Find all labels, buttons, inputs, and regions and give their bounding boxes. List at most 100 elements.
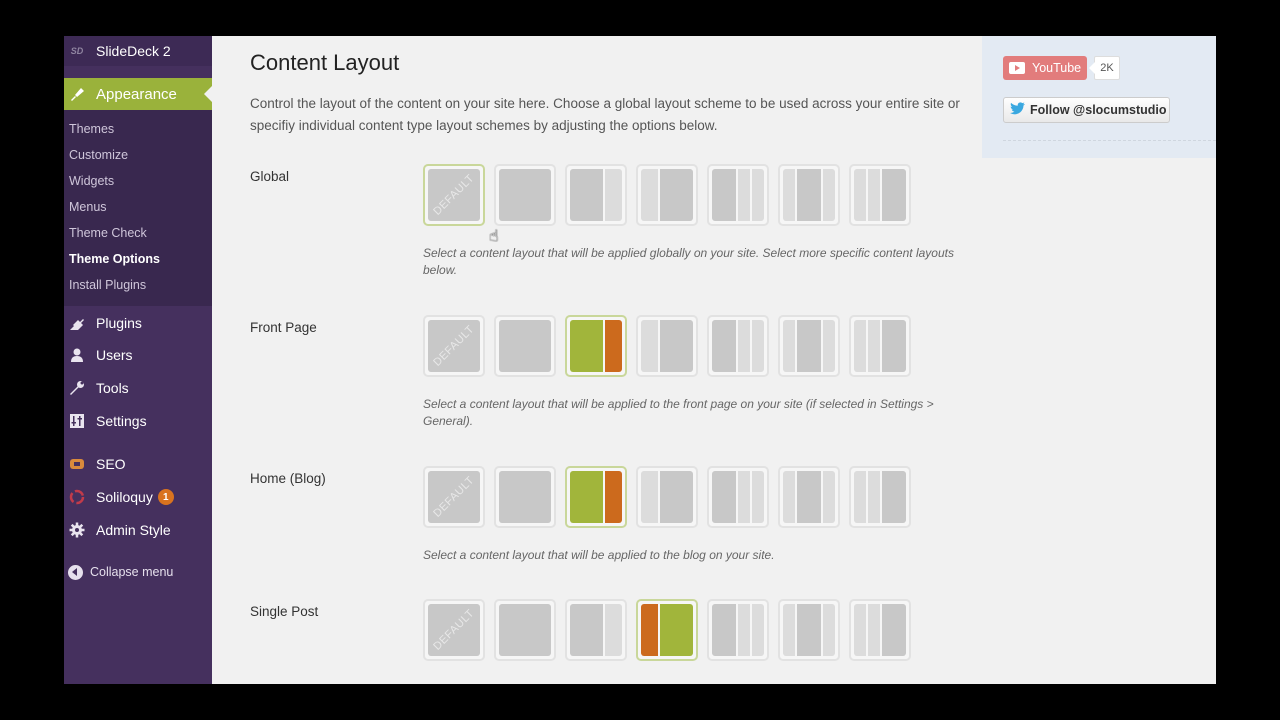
sidebar-item-plugins[interactable]: Plugins <box>64 308 212 338</box>
layout-options-front-page: DEFAULT <box>423 315 911 377</box>
sidebar-column <box>823 169 835 221</box>
layout-thumbnail <box>499 169 551 221</box>
hand-cursor-icon: ☝ <box>489 228 499 245</box>
layout-thumbnail: DEFAULT <box>428 169 480 221</box>
layout-option-full-width[interactable] <box>494 599 556 661</box>
layout-option-default[interactable]: DEFAULT <box>423 466 485 528</box>
layout-option-sidebar-sidebar-content[interactable] <box>849 599 911 661</box>
layout-thumbnail <box>570 169 622 221</box>
layout-option-sidebar-content[interactable] <box>636 466 698 528</box>
layout-option-sidebar-sidebar-content[interactable] <box>849 466 911 528</box>
layout-thumbnail <box>641 169 693 221</box>
submenu-install-plugins[interactable]: Install Plugins <box>69 278 146 292</box>
main-content: Content Layout Control the layout of the… <box>212 36 982 684</box>
layout-option-content-sidebar[interactable] <box>565 164 627 226</box>
layout-option-full-width[interactable] <box>494 164 556 226</box>
help-text-home-blog: Select a content layout that will be app… <box>423 548 775 562</box>
sidebar-column <box>738 320 750 372</box>
content-column <box>570 320 604 372</box>
layout-options-global: DEFAULT <box>423 164 911 226</box>
sidebar-item-settings[interactable]: Settings <box>64 406 212 436</box>
twitter-follow-button[interactable]: Follow @slocumstudio <box>1003 97 1170 123</box>
sidebar-item-slidedeck[interactable]: SD SlideDeck 2 <box>64 36 212 66</box>
sidebar-item-label: SEO <box>96 456 126 472</box>
layout-options-single-post: DEFAULT <box>423 599 911 661</box>
layout-thumbnail <box>783 320 835 372</box>
content-column <box>570 604 604 656</box>
layout-option-sidebar-content[interactable] <box>636 599 698 661</box>
submenu-customize[interactable]: Customize <box>69 148 128 162</box>
layout-thumbnail <box>712 320 764 372</box>
social-panel: YouTube 2K Follow @slocumstudio <box>982 36 1216 158</box>
plug-icon <box>68 314 86 332</box>
paintbrush-icon <box>68 85 86 103</box>
submenu-theme-check[interactable]: Theme Check <box>69 226 147 240</box>
page-title: Content Layout <box>250 50 400 75</box>
layout-option-sidebar-sidebar-content[interactable] <box>849 164 911 226</box>
layout-option-sidebar-sidebar-content[interactable] <box>849 315 911 377</box>
layout-option-default[interactable]: DEFAULT <box>423 315 485 377</box>
layout-thumbnail <box>783 604 835 656</box>
sidebar-column <box>641 604 658 656</box>
layout-option-content-sidebar-sidebar[interactable] <box>707 466 769 528</box>
submenu-themes[interactable]: Themes <box>69 122 114 136</box>
sidebar-column <box>854 471 866 523</box>
youtube-subscribe-button[interactable]: YouTube <box>1003 56 1087 80</box>
collapse-menu-button[interactable]: Collapse menu <box>64 560 212 584</box>
sidebar-column <box>854 320 866 372</box>
youtube-play-icon <box>1009 62 1025 74</box>
content-column <box>659 169 693 221</box>
sidebar-column <box>868 320 880 372</box>
layout-option-full-width[interactable] <box>494 315 556 377</box>
layout-option-content-sidebar-sidebar[interactable] <box>707 164 769 226</box>
layout-option-default[interactable]: DEFAULT <box>423 164 485 226</box>
layout-option-content-sidebar-sidebar[interactable] <box>707 315 769 377</box>
layout-option-sidebar-content-sidebar[interactable] <box>778 315 840 377</box>
sidebar-item-users[interactable]: Users <box>64 340 212 370</box>
layout-option-default[interactable]: DEFAULT <box>423 599 485 661</box>
layout-option-sidebar-content-sidebar[interactable] <box>778 466 840 528</box>
sidebar-column <box>868 471 880 523</box>
sidebar-item-seo[interactable]: SEO <box>64 449 212 479</box>
help-text-global: Select a content layout that will be app… <box>423 246 954 277</box>
soliloquy-icon <box>68 488 86 506</box>
layout-thumbnail: DEFAULT <box>428 471 480 523</box>
sidebar-item-appearance[interactable]: Appearance <box>64 78 212 110</box>
content-column <box>797 169 821 221</box>
layout-option-content-sidebar[interactable] <box>565 315 627 377</box>
sidebar-item-soliloquy[interactable]: Soliloquy 1 <box>64 482 212 512</box>
layout-option-sidebar-content-sidebar[interactable] <box>778 164 840 226</box>
layout-option-content-sidebar[interactable] <box>565 466 627 528</box>
sidebar-item-label: Admin Style <box>96 522 171 538</box>
slidedeck-logo-icon: SD <box>70 46 84 56</box>
sidebar-column <box>783 604 795 656</box>
layout-option-sidebar-content-sidebar[interactable] <box>778 599 840 661</box>
content-column <box>659 471 693 523</box>
layout-option-sidebar-content[interactable] <box>636 164 698 226</box>
submenu-theme-options[interactable]: Theme Options <box>69 252 160 266</box>
sidebar-column <box>783 169 795 221</box>
layout-option-sidebar-content[interactable] <box>636 315 698 377</box>
admin-sidebar: SD SlideDeck 2 Appearance Themes Customi… <box>64 36 212 684</box>
content-column <box>570 169 604 221</box>
layout-thumbnail <box>641 604 693 656</box>
panel-divider <box>1003 140 1216 141</box>
content-column <box>499 320 551 372</box>
layout-thumbnail <box>641 320 693 372</box>
sidebar-item-admin-style[interactable]: Admin Style <box>64 515 212 545</box>
sidebar-column <box>738 471 750 523</box>
sidebar-item-label: Users <box>96 347 133 363</box>
content-column <box>712 471 736 523</box>
sidebar-item-tools[interactable]: Tools <box>64 373 212 403</box>
layout-option-full-width[interactable] <box>494 466 556 528</box>
content-column <box>797 604 821 656</box>
twitter-bird-icon <box>1010 102 1025 118</box>
submenu-widgets[interactable]: Widgets <box>69 174 114 188</box>
row-label-global: Global <box>250 169 290 184</box>
submenu-menus[interactable]: Menus <box>69 200 107 214</box>
layout-option-content-sidebar-sidebar[interactable] <box>707 599 769 661</box>
content-column <box>499 169 551 221</box>
layout-option-content-sidebar[interactable] <box>565 599 627 661</box>
layout-thumbnail <box>570 471 622 523</box>
twitter-follow-label: Follow @slocumstudio <box>1030 103 1167 117</box>
